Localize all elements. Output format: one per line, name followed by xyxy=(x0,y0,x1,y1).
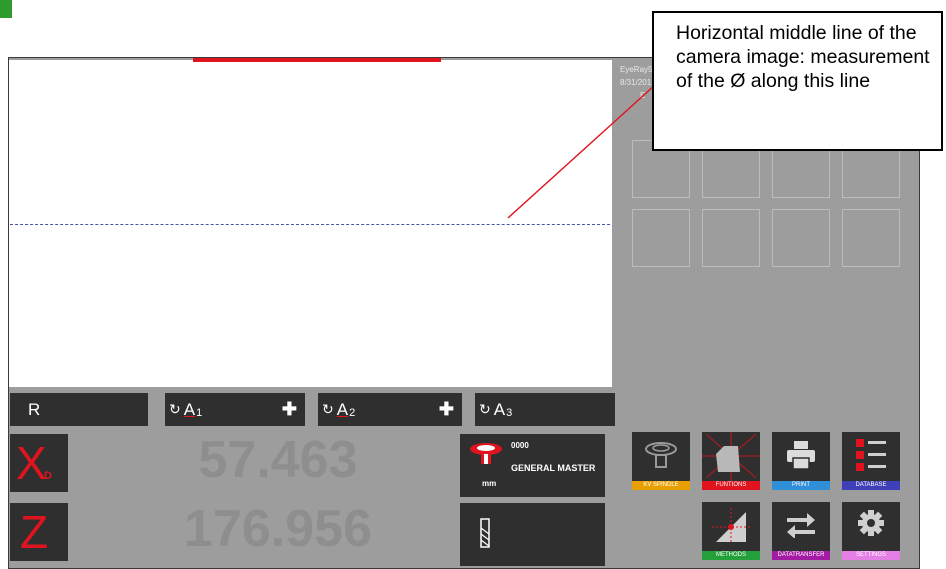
camera-top-indicator xyxy=(193,58,441,62)
callout-annotation: Horizontal middle line of the camera ima… xyxy=(652,11,943,151)
print-label: PRINT xyxy=(772,481,830,490)
tool-number: 0000 xyxy=(511,441,529,450)
kv-spindle-button[interactable]: KV SPINDLE xyxy=(632,432,690,490)
a2-selector[interactable]: ↻ A2 ✚ xyxy=(318,393,462,426)
tool-name: GENERAL MASTER xyxy=(511,463,596,473)
rotate-icon: ↻ xyxy=(479,401,491,417)
info-line-1: EyeRay5 xyxy=(620,65,653,74)
printer-icon xyxy=(787,441,815,470)
plus-icon[interactable]: ✚ xyxy=(282,399,297,420)
rotate-icon: ↻ xyxy=(169,401,181,417)
empty-tile[interactable] xyxy=(632,209,690,267)
info-line-3: E xyxy=(640,91,646,100)
datatransfer-label: DATATRANSFER xyxy=(772,551,830,560)
end-mill-icon xyxy=(480,518,490,548)
a2-sub: 2 xyxy=(349,406,356,419)
z-axis-value: 176.956 xyxy=(184,500,372,558)
kv-spindle-label: KV SPINDLE xyxy=(632,481,690,490)
x-axis-letter: X xyxy=(16,437,47,489)
corner-marker xyxy=(0,0,12,18)
functions-button[interactable]: FUNTIONS xyxy=(702,432,760,490)
methods-label: METHODS xyxy=(702,551,760,560)
x-axis-sub: D xyxy=(44,470,52,482)
empty-tile[interactable] xyxy=(702,209,760,267)
gear-icon xyxy=(858,510,884,536)
z-axis-letter: Z xyxy=(20,506,49,558)
a3-label: A xyxy=(493,399,506,419)
a1-label: A xyxy=(183,399,196,419)
tool-type-selector[interactable] xyxy=(460,503,605,566)
spindle-icon xyxy=(645,442,677,468)
z-axis-button[interactable]: Z xyxy=(10,503,68,561)
tool-selector[interactable]: 0000 GENERAL MASTER mm xyxy=(460,434,605,497)
database-label: DATABASE xyxy=(842,481,900,490)
r-label: R xyxy=(28,399,41,419)
a2-label: A xyxy=(336,399,349,419)
a1-selector[interactable]: ↻ A1 ✚ xyxy=(165,393,305,426)
r-selector[interactable]: R xyxy=(10,393,148,426)
a1-sub: 1 xyxy=(196,406,203,419)
info-panel: EyeRay5 8/31/201 E xyxy=(620,63,656,123)
print-button[interactable]: PRINT xyxy=(772,432,830,490)
tool-unit: mm xyxy=(482,479,497,488)
info-line-2: 8/31/201 xyxy=(620,78,652,87)
x-axis-button[interactable]: X D xyxy=(10,434,68,492)
checklist-icon xyxy=(856,439,886,471)
settings-button[interactable]: SETTINGS xyxy=(842,502,900,560)
plus-icon[interactable]: ✚ xyxy=(439,399,454,420)
tool-holder-icon xyxy=(470,443,502,464)
crosshair-icon xyxy=(702,432,760,481)
a3-sub: 3 xyxy=(506,406,513,419)
methods-button[interactable]: METHODS xyxy=(702,502,760,560)
settings-label: SETTINGS xyxy=(842,551,900,560)
camera-middle-line xyxy=(10,224,610,225)
functions-label: FUNTIONS xyxy=(702,481,760,490)
transfer-icon xyxy=(787,513,815,538)
database-button[interactable]: DATABASE xyxy=(842,432,900,490)
datatransfer-button[interactable]: DATATRANSFER xyxy=(772,502,830,560)
empty-tile[interactable] xyxy=(772,209,830,267)
x-axis-value: 57.463 xyxy=(198,431,358,489)
a3-selector[interactable]: ↻ A3 xyxy=(475,393,615,426)
rotate-icon: ↻ xyxy=(322,401,334,417)
methods-icon xyxy=(712,508,750,544)
empty-tile[interactable] xyxy=(842,209,900,267)
